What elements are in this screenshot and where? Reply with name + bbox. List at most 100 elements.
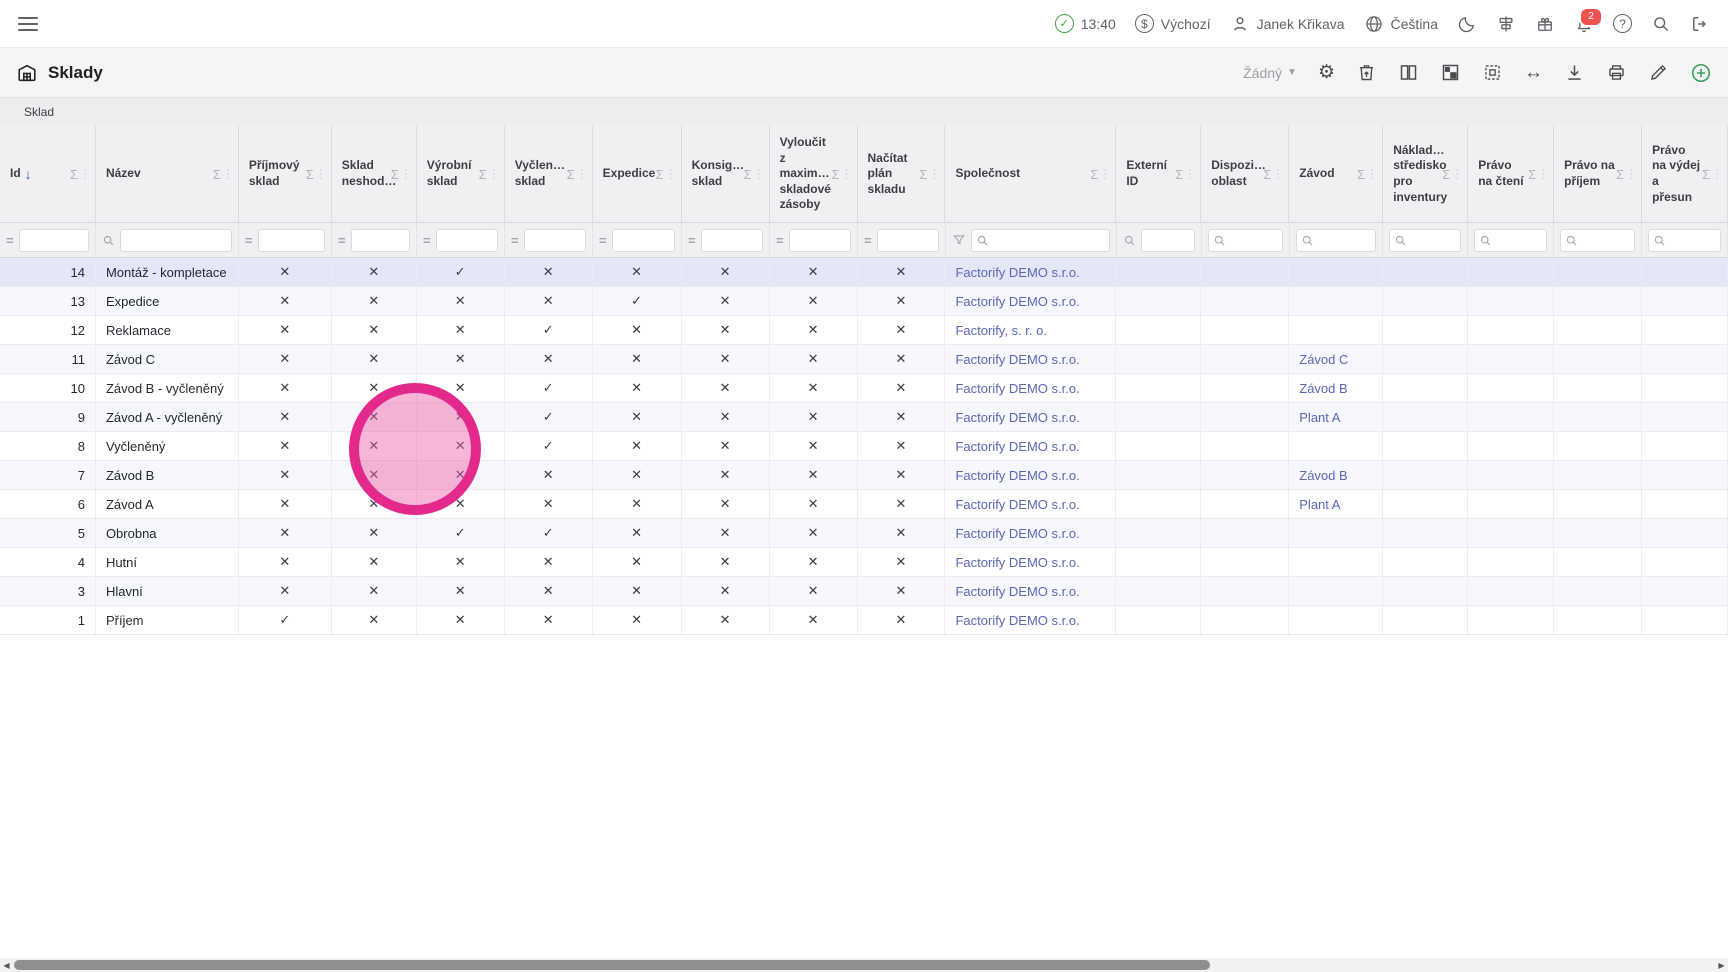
column-header-externi_id[interactable]: Externí IDΣ⋮ bbox=[1116, 126, 1201, 222]
cell-spolecnost[interactable]: Factorify DEMO s.r.o. bbox=[945, 490, 1116, 518]
table-row[interactable]: 3Hlavní✕✕✕✕✕✕✕✕Factorify DEMO s.r.o. bbox=[0, 577, 1728, 606]
column-header-vyloucit_z_maxim[interactable]: Vyloučit z maxim… skladové zásobyΣ⋮ bbox=[770, 126, 858, 222]
aggregate-sigma-icon[interactable]: Σ bbox=[744, 167, 752, 182]
filter-input-expedice[interactable] bbox=[612, 229, 675, 252]
equals-filter-icon[interactable]: = bbox=[511, 233, 519, 248]
filter-input-vyloucit_z_maxim[interactable] bbox=[789, 229, 851, 252]
cell-spolecnost[interactable]: Factorify DEMO s.r.o. bbox=[945, 258, 1116, 286]
filter-input-zavod[interactable] bbox=[1318, 233, 1372, 247]
column-header-prijmovy_sklad[interactable]: Příjmový skladΣ⋮ bbox=[239, 126, 332, 222]
column-menu-icon[interactable]: ⋮ bbox=[315, 167, 327, 181]
filter-input-nazev[interactable] bbox=[120, 229, 232, 252]
column-menu-icon[interactable]: ⋮ bbox=[1366, 167, 1378, 181]
cell-spolecnost[interactable]: Factorify DEMO s.r.o. bbox=[945, 519, 1116, 547]
equals-filter-icon[interactable]: = bbox=[864, 233, 872, 248]
filter-input-prijmovy_sklad[interactable] bbox=[258, 229, 325, 252]
table-row[interactable]: 12Reklamace✕✕✕✓✕✕✕✕Factorify, s. r. o. bbox=[0, 316, 1728, 345]
aggregate-sigma-icon[interactable]: Σ bbox=[1702, 167, 1710, 182]
download-icon[interactable] bbox=[1564, 62, 1585, 83]
column-menu-icon[interactable]: ⋮ bbox=[928, 167, 940, 181]
filter-searchbox-nakladove_stredisko[interactable] bbox=[1389, 229, 1461, 252]
column-menu-icon[interactable]: ⋮ bbox=[488, 167, 500, 181]
table-row[interactable]: 5Obrobna✕✕✓✓✕✕✕✕Factorify DEMO s.r.o. bbox=[0, 519, 1728, 548]
aggregate-sigma-icon[interactable]: Σ bbox=[656, 167, 664, 182]
cell-zavod[interactable]: Plant A bbox=[1289, 490, 1383, 518]
filter-searchbox-zavod[interactable] bbox=[1296, 229, 1377, 252]
column-header-pravo_prijem[interactable]: Právo na příjemΣ⋮ bbox=[1554, 126, 1642, 222]
cell-spolecnost[interactable]: Factorify DEMO s.r.o. bbox=[945, 432, 1116, 460]
language-selector[interactable]: Čeština bbox=[1364, 14, 1438, 34]
filter-searchbox-dispozicni_oblast[interactable] bbox=[1208, 229, 1283, 252]
column-header-vyrobni_sklad[interactable]: Výrobní skladΣ⋮ bbox=[417, 126, 505, 222]
cell-spolecnost[interactable]: Factorify DEMO s.r.o. bbox=[945, 548, 1116, 576]
column-header-sklad_neshod[interactable]: Sklad neshod…Σ⋮ bbox=[332, 126, 417, 222]
table-row[interactable]: 1Příjem✓✕✕✕✕✕✕✕Factorify DEMO s.r.o. bbox=[0, 606, 1728, 635]
dark-mode-icon[interactable] bbox=[1457, 14, 1477, 34]
cell-spolecnost[interactable]: Factorify DEMO s.r.o. bbox=[945, 345, 1116, 373]
aggregate-sigma-icon[interactable]: Σ bbox=[1175, 167, 1183, 182]
filter-input-nakladove_stredisko[interactable] bbox=[1411, 233, 1456, 247]
filter-input-dispozicni_oblast[interactable] bbox=[1230, 233, 1278, 247]
search-icon[interactable] bbox=[1123, 234, 1136, 247]
column-menu-icon[interactable]: ⋮ bbox=[1099, 167, 1111, 181]
column-header-nazev[interactable]: NázevΣ⋮ bbox=[96, 126, 239, 222]
aggregate-sigma-icon[interactable]: Σ bbox=[919, 167, 927, 182]
sort-desc-icon[interactable]: ↓ bbox=[25, 166, 32, 182]
cell-spolecnost[interactable]: Factorify, s. r. o. bbox=[945, 316, 1116, 344]
table-row[interactable]: 7Závod B✕✕✕✕✕✕✕✕Factorify DEMO s.r.o.Záv… bbox=[0, 461, 1728, 490]
table-row[interactable]: 11Závod C✕✕✕✕✕✕✕✕Factorify DEMO s.r.o.Zá… bbox=[0, 345, 1728, 374]
filter-input-pravo_vydej[interactable] bbox=[1670, 233, 1716, 247]
table-row[interactable]: 13Expedice✕✕✕✕✓✕✕✕Factorify DEMO s.r.o. bbox=[0, 287, 1728, 316]
cell-zavod[interactable]: Závod C bbox=[1289, 345, 1383, 373]
filter-input-sklad_neshod[interactable] bbox=[351, 229, 410, 252]
equals-filter-icon[interactable]: = bbox=[688, 233, 696, 248]
trash-restore-icon[interactable] bbox=[1356, 62, 1377, 83]
signpost-icon[interactable] bbox=[1496, 14, 1516, 34]
column-header-expedice[interactable]: ExpediceΣ⋮ bbox=[593, 126, 682, 222]
funnel-filter-icon[interactable] bbox=[952, 233, 966, 247]
aggregate-sigma-icon[interactable]: Σ bbox=[306, 167, 314, 182]
column-menu-icon[interactable]: ⋮ bbox=[1451, 167, 1463, 181]
logout-icon[interactable] bbox=[1690, 14, 1710, 34]
filter-input-externi_id[interactable] bbox=[1141, 229, 1195, 252]
column-menu-icon[interactable]: ⋮ bbox=[665, 167, 677, 181]
aggregate-sigma-icon[interactable]: Σ bbox=[70, 167, 78, 182]
menu-icon[interactable] bbox=[18, 17, 38, 31]
search-icon[interactable] bbox=[102, 234, 115, 247]
cell-spolecnost[interactable]: Factorify DEMO s.r.o. bbox=[945, 374, 1116, 402]
cell-spolecnost[interactable]: Factorify DEMO s.r.o. bbox=[945, 287, 1116, 315]
filter-input-konsig_sklad[interactable] bbox=[701, 229, 763, 252]
column-menu-icon[interactable]: ⋮ bbox=[400, 167, 412, 181]
column-menu-icon[interactable]: ⋮ bbox=[753, 167, 765, 181]
edit-icon[interactable] bbox=[1648, 62, 1669, 83]
equals-filter-icon[interactable]: = bbox=[776, 233, 784, 248]
fit-width-icon[interactable]: ↔ bbox=[1524, 63, 1543, 82]
cell-spolecnost[interactable]: Factorify DEMO s.r.o. bbox=[945, 577, 1116, 605]
column-menu-icon[interactable]: ⋮ bbox=[222, 167, 234, 181]
column-header-nacitat_plan[interactable]: Načítat plán skladuΣ⋮ bbox=[858, 126, 946, 222]
aggregate-sigma-icon[interactable]: Σ bbox=[831, 167, 839, 182]
table-row[interactable]: 9Závod A - vyčleněný✕✕✕✓✕✕✕✕Factorify DE… bbox=[0, 403, 1728, 432]
table-row[interactable]: 6Závod A✕✕✕✕✕✕✕✕Factorify DEMO s.r.o.Pla… bbox=[0, 490, 1728, 519]
add-button[interactable] bbox=[1690, 62, 1712, 84]
column-menu-icon[interactable]: ⋮ bbox=[1537, 167, 1549, 181]
filter-input-vyrobni_sklad[interactable] bbox=[436, 229, 498, 252]
table-row[interactable]: 14Montáž - kompletace✕✕✓✕✕✕✕✕Factorify D… bbox=[0, 258, 1728, 287]
scroll-left-icon[interactable]: ◀ bbox=[0, 958, 13, 972]
aggregate-sigma-icon[interactable]: Σ bbox=[1090, 167, 1098, 182]
aggregate-sigma-icon[interactable]: Σ bbox=[1616, 167, 1624, 182]
user-menu[interactable]: Janek Křikava bbox=[1230, 14, 1345, 34]
gifts-icon[interactable] bbox=[1535, 14, 1555, 34]
aggregate-sigma-icon[interactable]: Σ bbox=[1357, 167, 1365, 182]
column-menu-icon[interactable]: ⋮ bbox=[1625, 167, 1637, 181]
column-header-zavod[interactable]: ZávodΣ⋮ bbox=[1289, 126, 1383, 222]
column-menu-icon[interactable]: ⋮ bbox=[841, 167, 853, 181]
column-header-nakladove_stredisko[interactable]: Náklad… středisko pro inventuryΣ⋮ bbox=[1383, 126, 1468, 222]
scroll-right-icon[interactable]: ▶ bbox=[1715, 958, 1728, 972]
equals-filter-icon[interactable]: = bbox=[6, 233, 14, 248]
filter-searchbox-pravo_cteni[interactable] bbox=[1474, 229, 1547, 252]
filter-input-pravo_prijem[interactable] bbox=[1582, 233, 1630, 247]
column-menu-icon[interactable]: ⋮ bbox=[576, 167, 588, 181]
column-menu-icon[interactable]: ⋮ bbox=[1184, 167, 1196, 181]
column-menu-icon[interactable]: ⋮ bbox=[1711, 167, 1723, 181]
